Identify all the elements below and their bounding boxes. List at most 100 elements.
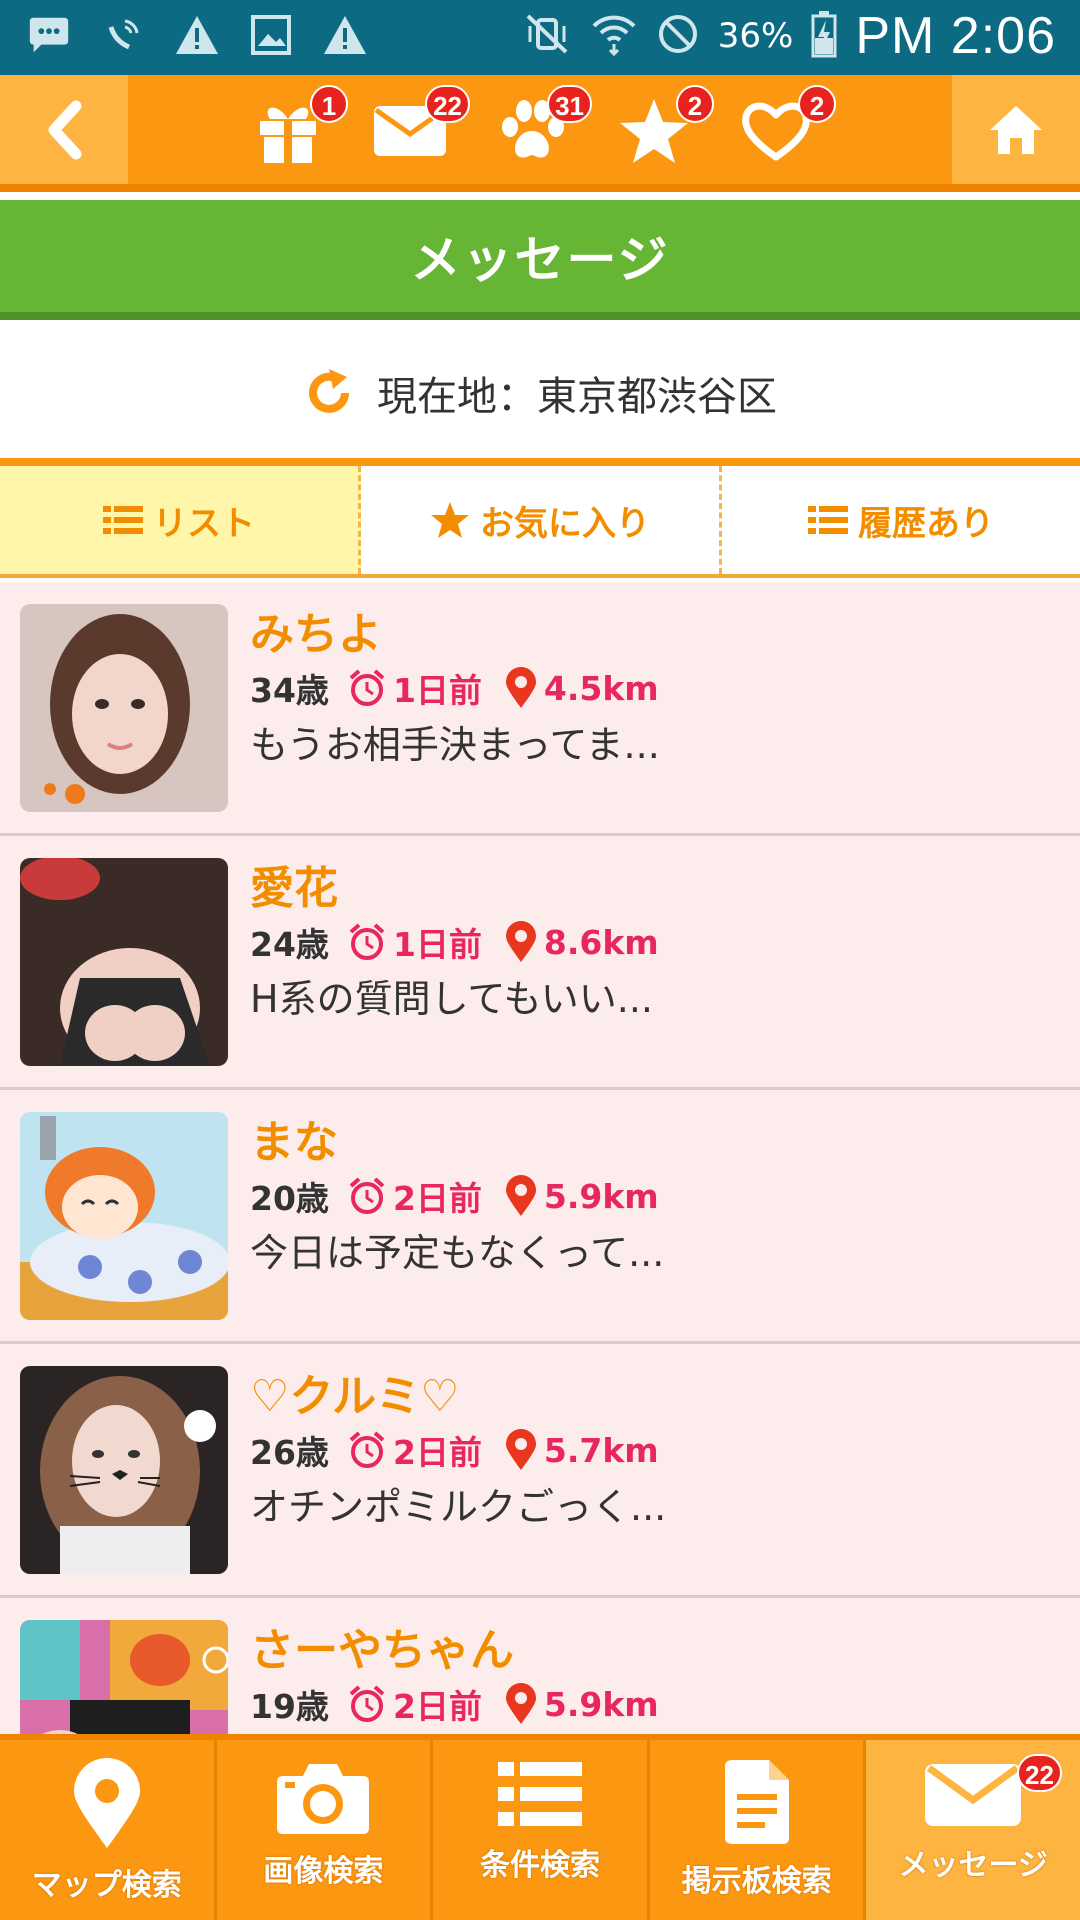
map-pin-icon xyxy=(73,1758,140,1848)
distance: 5.9km xyxy=(543,1176,659,1216)
message-preview: オチンポミルクごっく... xyxy=(250,1485,667,1529)
message-preview: 今日は予定もなくって... xyxy=(250,1231,665,1275)
alarm-clock-icon xyxy=(349,923,385,960)
gift-badge: 1 xyxy=(310,85,348,123)
bottom-nav-criteria-search[interactable]: 条件検索 xyxy=(433,1740,650,1920)
like-heart-button[interactable]: 2 xyxy=(738,85,836,167)
avatar[interactable] xyxy=(20,1620,228,1734)
filter-tabs: リスト お気に入り 履歴あり xyxy=(0,466,1080,578)
document-icon xyxy=(724,1760,789,1844)
message-meta: 26歳 2日前 5.7km xyxy=(250,1426,659,1474)
age: 20歳 xyxy=(250,1179,329,1218)
messages-badge: 22 xyxy=(1017,1754,1062,1792)
message-meta: 19歳 2日前 5.9km xyxy=(250,1680,659,1728)
mail-badge: 22 xyxy=(425,85,470,123)
message-row[interactable]: 愛花 24歳 1日前 8.6km H系の質問してもいい... xyxy=(0,836,1080,1090)
wifi-call-icon xyxy=(100,12,146,58)
elapsed-time: 2日前 xyxy=(392,1179,482,1218)
gift-button[interactable]: 1 xyxy=(250,85,348,167)
sender-name: さーやちゃん xyxy=(250,1625,514,1676)
heart-badge: 2 xyxy=(798,85,836,123)
message-preview: もうお相手決まってま... xyxy=(250,723,660,767)
sender-name: ♡クルミ♡ xyxy=(250,1371,460,1422)
chevron-left-icon xyxy=(48,100,82,159)
sender-name: 愛花 xyxy=(250,863,338,914)
tab-list[interactable]: リスト xyxy=(0,466,361,574)
elapsed-time: 2日前 xyxy=(392,1687,482,1726)
location-pin-icon xyxy=(505,1175,536,1216)
distance: 5.7km xyxy=(543,1430,659,1470)
alarm-clock-icon xyxy=(349,1431,385,1468)
warning-icon xyxy=(174,12,220,58)
bottom-nav-label: メッセージ xyxy=(898,1848,1048,1883)
elapsed-time: 1日前 xyxy=(392,671,482,710)
status-left-icons xyxy=(26,12,368,58)
vibrate-mute-icon xyxy=(522,12,572,60)
star-badge: 2 xyxy=(676,85,714,123)
tab-favorites[interactable]: お気に入り xyxy=(361,466,722,574)
elapsed-time: 1日前 xyxy=(392,925,482,964)
footprint-badge: 31 xyxy=(547,85,592,123)
top-nav-icons: 1 22 31 2 2 xyxy=(250,85,836,167)
bottom-nav-board-search[interactable]: 掲示板検索 xyxy=(650,1740,867,1920)
list-icon xyxy=(103,506,143,534)
message-preview: H系の質問してもいい... xyxy=(250,977,654,1021)
location-pin-icon xyxy=(505,921,536,962)
distance: 4.5km xyxy=(543,668,659,708)
message-row[interactable]: ♡クルミ♡ 26歳 2日前 5.7km オチンポミルクごっく... xyxy=(0,1344,1080,1598)
alarm-clock-icon xyxy=(349,1685,385,1722)
tab-history-label: 履歴あり xyxy=(858,503,994,544)
message-row[interactable]: さーやちゃん 19歳 2日前 5.9km xyxy=(0,1598,1080,1734)
status-bar: 36% PM 2:06 xyxy=(0,0,1080,75)
tab-favorites-label: お気に入り xyxy=(480,503,650,544)
home-button[interactable] xyxy=(952,75,1080,184)
list-icon xyxy=(808,506,848,534)
wifi-icon xyxy=(590,12,638,60)
elapsed-time: 2日前 xyxy=(392,1433,482,1472)
location-bar[interactable]: 現在地：東京都渋谷区 xyxy=(0,328,1080,458)
avatar[interactable] xyxy=(20,1112,228,1320)
avatar[interactable] xyxy=(20,858,228,1066)
age: 24歳 xyxy=(250,925,329,964)
sender-name: まな xyxy=(250,1117,338,1168)
message-row[interactable]: まな 20歳 2日前 5.9km 今日は予定もなくって... xyxy=(0,1090,1080,1344)
footprint-button[interactable]: 31 xyxy=(494,85,592,167)
back-button[interactable] xyxy=(0,75,128,184)
home-icon xyxy=(990,105,1042,154)
status-right-icons: 36% PM 2:06 xyxy=(522,6,1056,66)
bottom-nav-image-search[interactable]: 画像検索 xyxy=(217,1740,434,1920)
battery-percent: 36% xyxy=(717,16,794,56)
list-icon xyxy=(497,1762,582,1826)
avatar[interactable] xyxy=(20,604,228,812)
bottom-nav-label: 条件検索 xyxy=(479,1848,600,1883)
alarm-clock-icon xyxy=(349,1177,385,1214)
alarm-clock-icon xyxy=(349,669,385,706)
bottom-nav-label: 掲示板検索 xyxy=(681,1864,832,1899)
refresh-icon[interactable] xyxy=(303,367,355,419)
distance: 8.6km xyxy=(543,922,659,962)
distance: 5.9km xyxy=(543,1684,659,1724)
message-list: みちよ 34歳 1日前 4.5km もうお相手決まってま... 愛花 24歳 1… xyxy=(0,582,1080,1734)
message-row[interactable]: みちよ 34歳 1日前 4.5km もうお相手決まってま... xyxy=(0,582,1080,836)
message-meta: 34歳 1日前 4.5km xyxy=(250,664,659,712)
tab-list-label: リスト xyxy=(153,503,255,544)
tab-history[interactable]: 履歴あり xyxy=(722,466,1080,574)
divider xyxy=(0,458,1080,466)
sender-name: みちよ xyxy=(250,609,382,660)
age: 34歳 xyxy=(250,671,329,710)
bottom-nav-messages[interactable]: メッセージ 22 xyxy=(866,1740,1080,1920)
warning-icon-2 xyxy=(322,12,368,58)
location-pin-icon xyxy=(505,1683,536,1724)
message-meta: 24歳 1日前 8.6km xyxy=(250,918,659,966)
bottom-nav-map-search[interactable]: マップ検索 xyxy=(0,1740,217,1920)
battery-charging-icon xyxy=(811,10,837,62)
page-title-bar: メッセージ xyxy=(0,200,1080,320)
star-icon xyxy=(431,502,469,538)
mail-button[interactable]: 22 xyxy=(372,85,470,167)
age: 19歳 xyxy=(250,1687,329,1726)
message-meta: 20歳 2日前 5.9km xyxy=(250,1172,659,1220)
avatar[interactable] xyxy=(20,1366,228,1574)
bottom-nav: マップ検索 画像検索 条件検索 掲示板検索 メッセージ 22 xyxy=(0,1734,1080,1920)
favorite-star-button[interactable]: 2 xyxy=(616,85,714,167)
page-title: メッセージ xyxy=(410,231,670,289)
